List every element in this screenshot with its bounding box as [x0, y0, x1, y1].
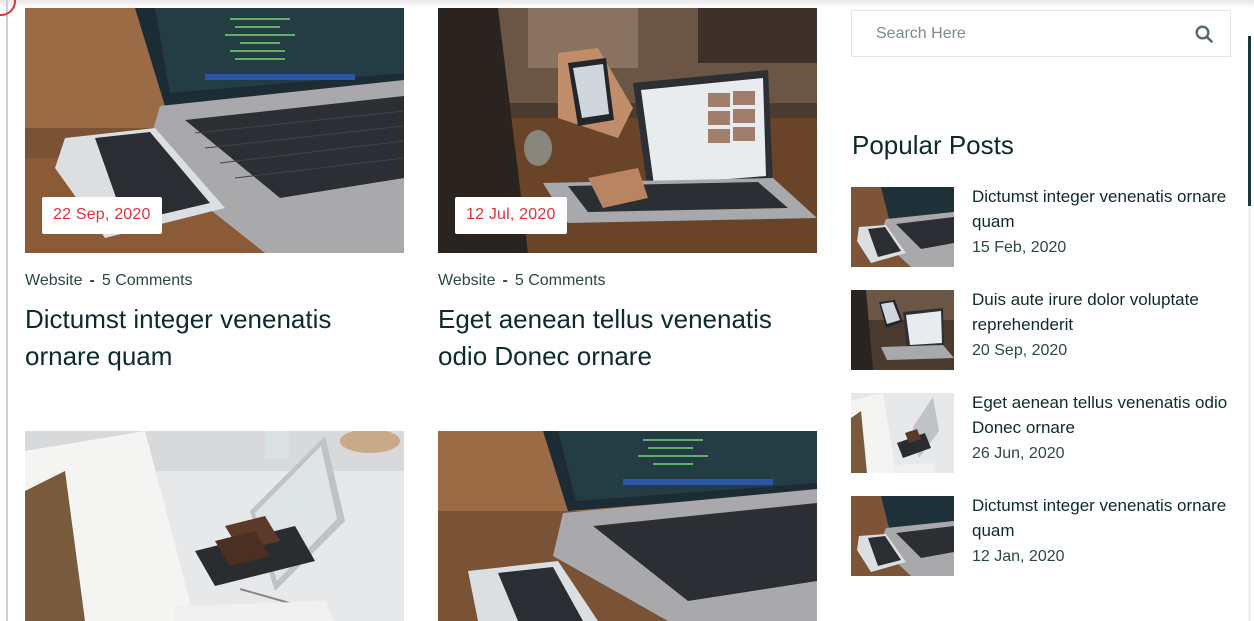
popular-post-item[interactable]: Dictumst integer venenatis ornare quam 1… [851, 493, 1231, 596]
post-image[interactable] [438, 431, 817, 621]
popular-post-item[interactable]: Duis aute irure dolor voluptate reprehen… [851, 287, 1231, 390]
left-border [6, 0, 8, 621]
post-image[interactable]: 22 Sep, 2020 [25, 8, 404, 253]
popular-post-date: 15 Feb, 2020 [972, 239, 1067, 256]
popular-posts-list: Dictumst integer venenatis ornare quam 1… [851, 184, 1231, 596]
blog-card: 12 Jul, 2020 Website -5 Comments Eget aen… [438, 8, 817, 375]
post-comments[interactable]: 5 Comments [515, 272, 606, 289]
popular-post-thumbnail[interactable] [851, 187, 954, 267]
search-input[interactable] [852, 11, 1178, 56]
post-category[interactable]: Website [25, 272, 83, 289]
post-comments[interactable]: 5 Comments [102, 272, 193, 289]
post-date-badge[interactable]: 22 Sep, 2020 [42, 197, 162, 234]
popular-post-item[interactable]: Eget aenean tellus venenatis odio Donec … [851, 390, 1231, 493]
post-title[interactable]: Eget aenean tellus venenatis odio Donec … [438, 301, 817, 375]
post-image[interactable]: 12 Jul, 2020 [438, 8, 817, 253]
search-icon[interactable] [1178, 11, 1230, 56]
popular-post-title[interactable]: Dictumst integer venenatis ornare quam [972, 493, 1231, 543]
blog-page: 22 Sep, 2020 Website -5 Comments Dictumst… [0, 0, 1254, 621]
popular-post-date: 26 Jun, 2020 [972, 445, 1065, 462]
blog-card: 22 Sep, 2020 Website -5 Comments Dictumst… [25, 8, 404, 375]
blog-card [25, 431, 404, 621]
popular-post-thumbnail[interactable] [851, 290, 954, 370]
popular-post-title[interactable]: Dictumst integer venenatis ornare quam [972, 184, 1231, 234]
post-category[interactable]: Website [438, 272, 496, 289]
post-meta: Website -5 Comments [438, 272, 817, 290]
post-date-badge[interactable]: 12 Jul, 2020 [455, 197, 567, 234]
blog-card [438, 431, 817, 621]
popular-post-item[interactable]: Dictumst integer venenatis ornare quam 1… [851, 184, 1231, 287]
popular-post-title[interactable]: Duis aute irure dolor voluptate reprehen… [972, 287, 1231, 337]
meta-separator: - [502, 272, 508, 289]
popular-post-thumbnail[interactable] [851, 393, 954, 473]
popular-post-date: 20 Sep, 2020 [972, 342, 1068, 359]
meta-separator: - [89, 272, 95, 289]
post-meta: Website -5 Comments [25, 272, 404, 290]
scrollbar-thumb[interactable] [1248, 36, 1251, 206]
popular-post-thumbnail[interactable] [851, 496, 954, 576]
popular-post-title[interactable]: Eget aenean tellus venenatis odio Donec … [972, 390, 1231, 440]
decorative-circle [0, 0, 16, 16]
post-title[interactable]: Dictumst integer venenatis ornare quam [25, 301, 404, 375]
header-shadow [0, 0, 1254, 8]
popular-post-date: 12 Jan, 2020 [972, 548, 1065, 565]
post-image[interactable] [25, 431, 404, 621]
search-box [851, 10, 1231, 57]
popular-posts-heading: Popular Posts [852, 130, 1014, 160]
